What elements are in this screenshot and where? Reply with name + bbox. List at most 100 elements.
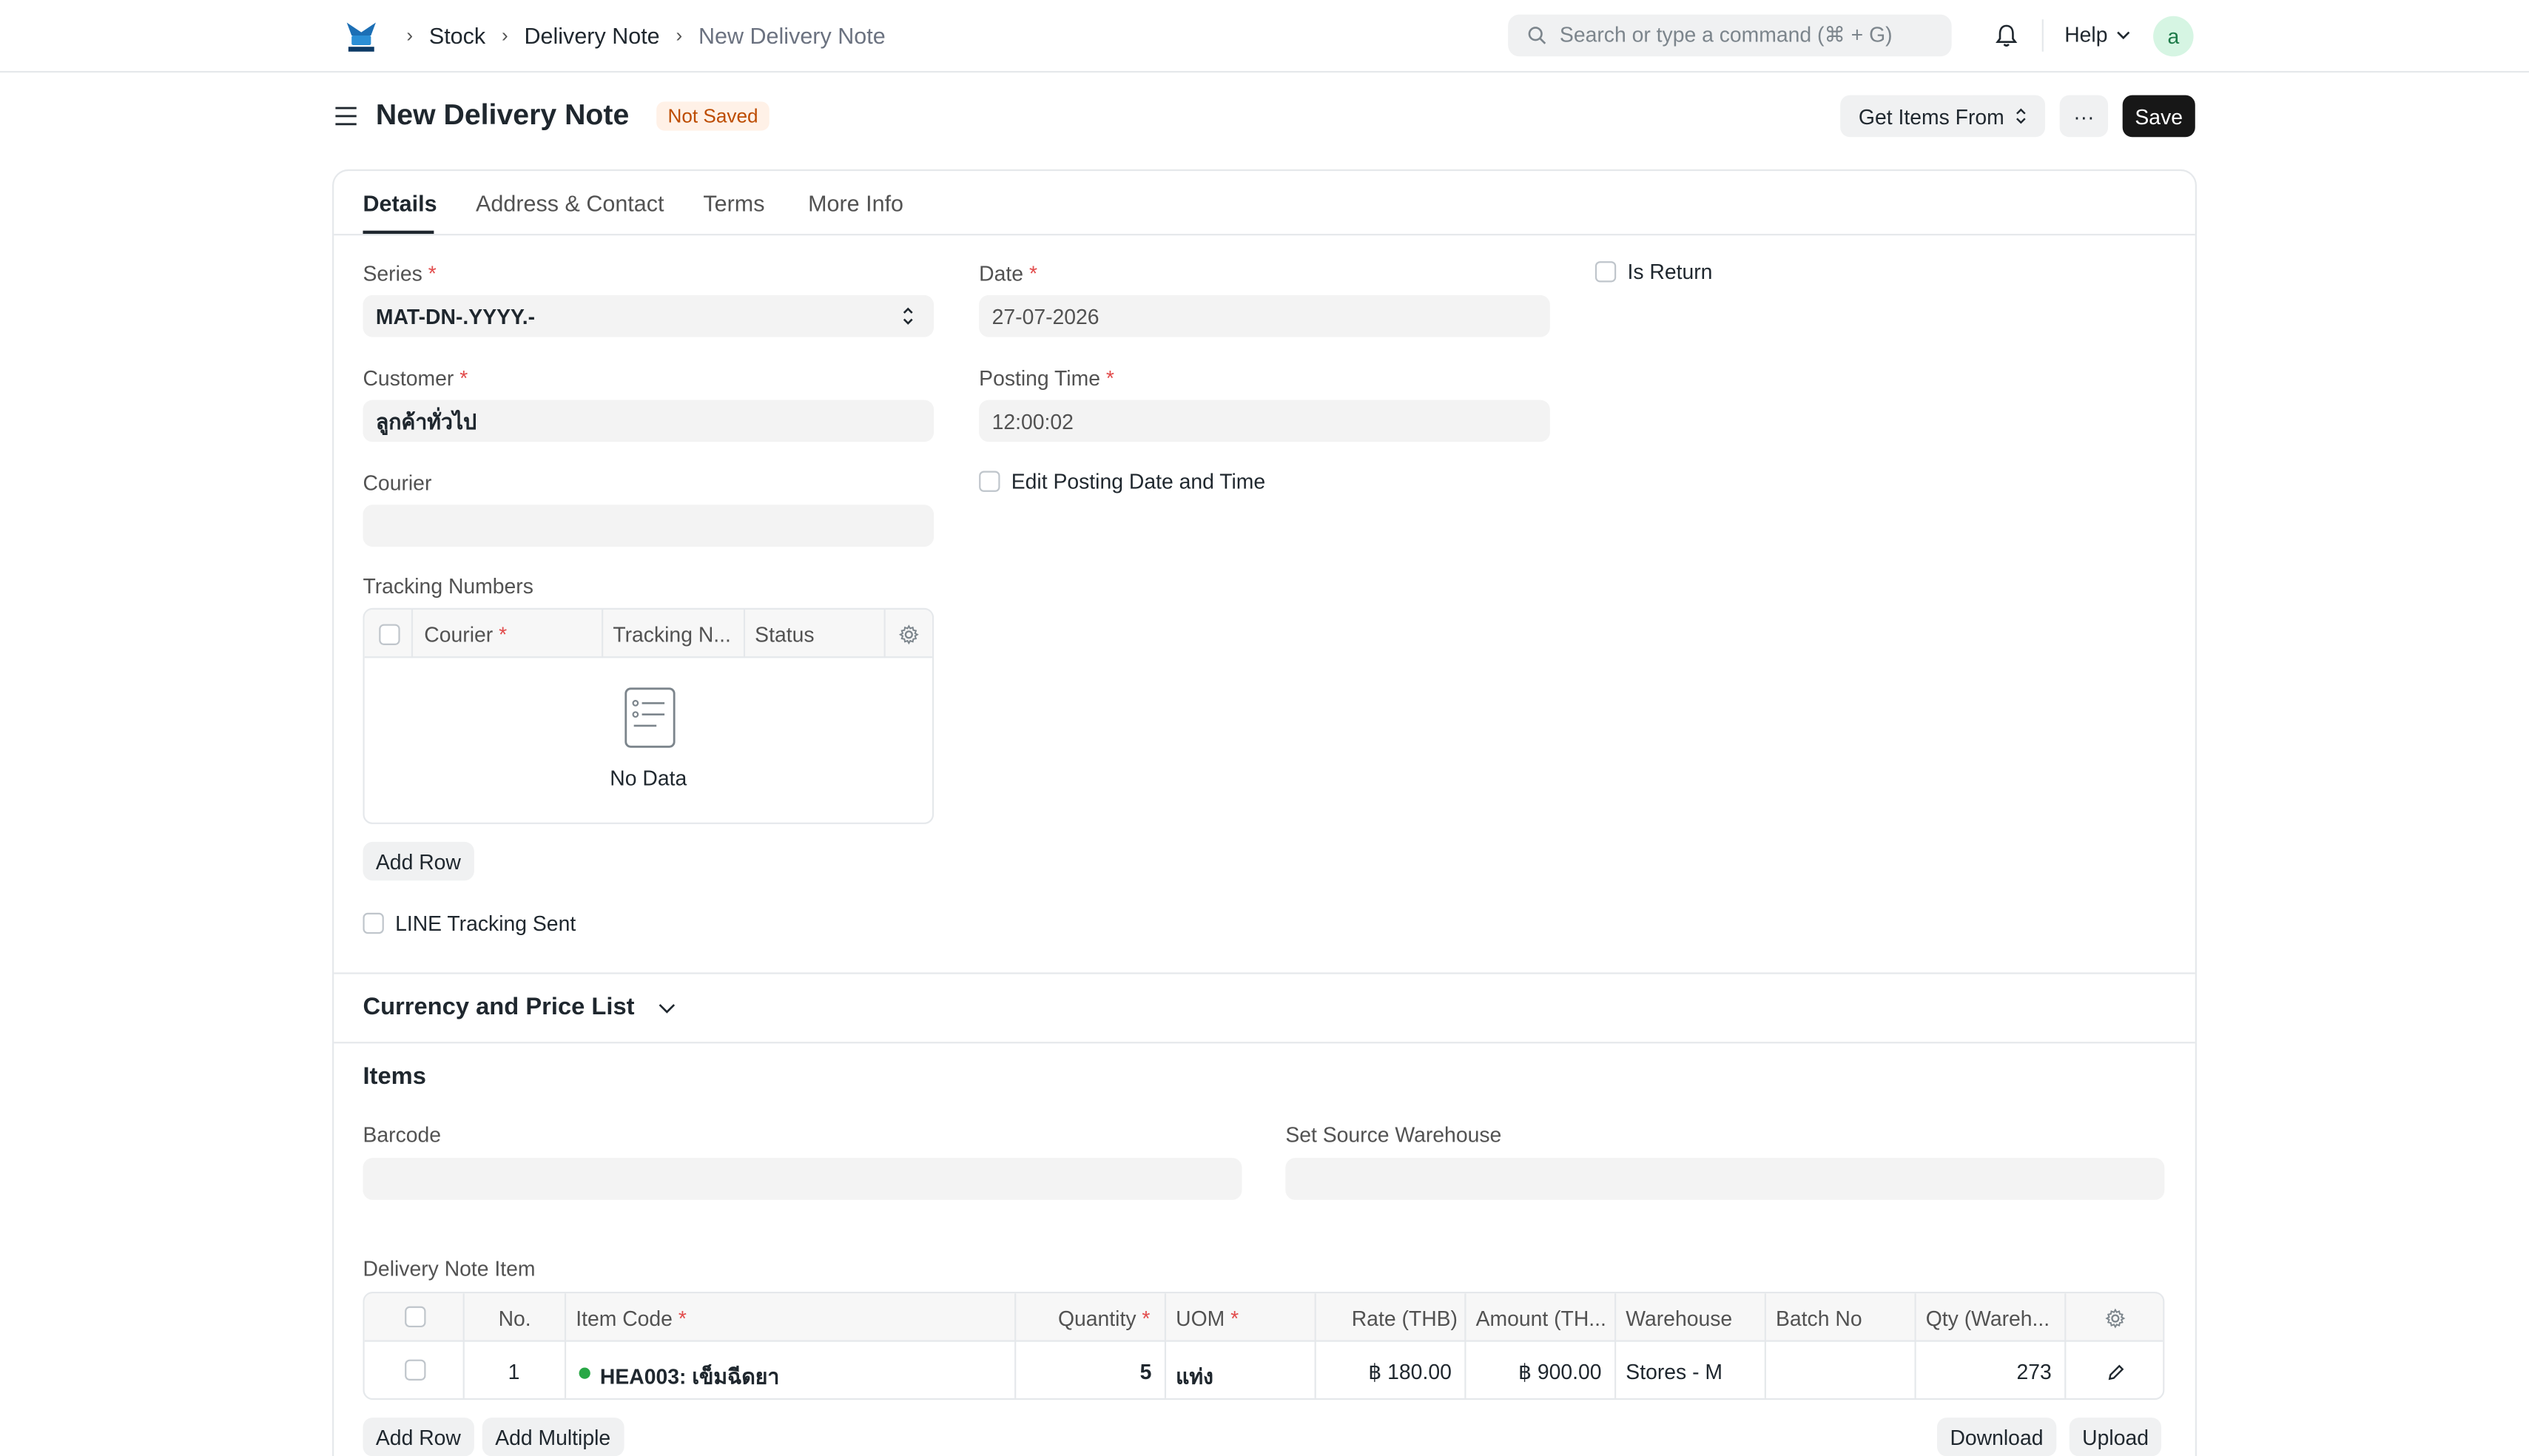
gear-icon[interactable] bbox=[2105, 1308, 2126, 1329]
items-table: No. Item Code * Quantity * UOM * Rate (T… bbox=[363, 1292, 2165, 1401]
items-add-row-button[interactable]: Add Row bbox=[363, 1418, 474, 1456]
notification-bell-icon[interactable] bbox=[1993, 23, 2019, 49]
row-quantity[interactable]: 5 bbox=[1016, 1360, 1152, 1384]
search-placeholder: Search or type a command (⌘ + G) bbox=[1559, 22, 1893, 47]
series-value: MAT-DN-.YYYY.- bbox=[375, 303, 536, 328]
row-item-code[interactable]: HEA003: เข็มฉีดยา bbox=[600, 1360, 779, 1394]
tab-bar: Details Address & Contact Terms More Inf… bbox=[334, 171, 2195, 236]
search-icon bbox=[1528, 27, 1546, 44]
source-warehouse-label: Set Source Warehouse bbox=[1285, 1122, 1502, 1147]
chevron-right-icon: › bbox=[501, 24, 508, 47]
help-dropdown[interactable]: Help bbox=[2064, 23, 2130, 47]
row-qty-warehouse: 273 bbox=[2016, 1359, 2052, 1384]
items-section-title: Items bbox=[363, 1062, 426, 1091]
col-quantity: Quantity * bbox=[1057, 1306, 1151, 1331]
currency-section-toggle[interactable]: Currency and Price List bbox=[363, 994, 675, 1021]
chevron-down-icon bbox=[658, 1004, 675, 1014]
barcode-label: Barcode bbox=[363, 1122, 442, 1147]
col-rate: Rate (THB) bbox=[1351, 1306, 1458, 1331]
date-label: Date * bbox=[979, 261, 1037, 286]
courier-field[interactable] bbox=[363, 505, 935, 547]
page-title: New Delivery Note bbox=[375, 98, 630, 131]
customer-label: Customer * bbox=[363, 365, 468, 391]
upload-button[interactable]: Upload bbox=[2069, 1418, 2162, 1456]
more-actions-button[interactable]: ··· bbox=[2059, 95, 2109, 138]
barcode-field[interactable] bbox=[363, 1158, 1242, 1200]
edit-posting-checkbox[interactable] bbox=[979, 471, 1000, 492]
col-status: Status bbox=[755, 622, 815, 647]
help-label: Help bbox=[2064, 22, 2108, 47]
series-select[interactable]: MAT-DN-.YYYY.- bbox=[363, 294, 935, 337]
table-header: No. Item Code * Quantity * UOM * Rate (T… bbox=[364, 1293, 2163, 1398]
download-button[interactable]: Download bbox=[1937, 1418, 2056, 1456]
col-no: No. bbox=[498, 1306, 531, 1331]
section-divider bbox=[334, 1042, 2195, 1044]
sort-updown-icon bbox=[2016, 108, 2025, 124]
tracking-numbers-table: Courier * Tracking N... Status No Data bbox=[363, 607, 935, 824]
ellipsis-icon: ··· bbox=[2073, 104, 2095, 129]
add-multiple-button[interactable]: Add Multiple bbox=[482, 1418, 624, 1456]
col-amount: Amount (TH... bbox=[1475, 1306, 1606, 1331]
tab-more-info[interactable]: More Info bbox=[808, 190, 903, 216]
posting-time-field[interactable]: 12:00:02 bbox=[979, 400, 1550, 442]
avatar[interactable]: a bbox=[2153, 16, 2194, 57]
tracking-numbers-label: Tracking Numbers bbox=[363, 574, 533, 599]
line-tracking-label: LINE Tracking Sent bbox=[395, 911, 576, 936]
status-badge: Not Saved bbox=[656, 101, 770, 131]
tab-address-contact[interactable]: Address & Contact bbox=[476, 190, 664, 216]
navbar: › Stock › Delivery Note › New Delivery N… bbox=[0, 0, 2529, 73]
app-logo-icon[interactable] bbox=[342, 16, 380, 55]
row-amount: ฿ 900.00 bbox=[1518, 1359, 1602, 1384]
row-rate[interactable]: ฿ 180.00 bbox=[1316, 1360, 1452, 1386]
col-qty-warehouse: Qty (Wareh... bbox=[1925, 1306, 2050, 1331]
items-table-label: Delivery Note Item bbox=[363, 1256, 536, 1281]
is-return-checkbox[interactable] bbox=[1594, 261, 1617, 283]
col-item-code: Item Code * bbox=[576, 1306, 687, 1331]
sidebar-toggle-icon[interactable] bbox=[334, 104, 358, 129]
courier-label: Courier bbox=[363, 471, 432, 496]
row-uom[interactable]: แท่ง bbox=[1176, 1360, 1213, 1394]
breadcrumb-current: New Delivery Note bbox=[698, 22, 886, 49]
save-button[interactable]: Save bbox=[2122, 95, 2195, 138]
gear-icon[interactable] bbox=[898, 624, 919, 645]
row-no: 1 bbox=[508, 1359, 520, 1384]
tab-terms[interactable]: Terms bbox=[703, 190, 764, 216]
get-items-label: Get Items From bbox=[1858, 104, 2004, 129]
breadcrumb-stock[interactable]: Stock bbox=[429, 23, 485, 49]
series-label: Series * bbox=[363, 261, 437, 286]
navbar-divider bbox=[2041, 19, 2044, 52]
row-warehouse[interactable]: Stores - M bbox=[1626, 1360, 1723, 1384]
chevron-right-icon: › bbox=[406, 24, 414, 47]
source-warehouse-field[interactable] bbox=[1285, 1158, 2165, 1200]
breadcrumb-delivery-note[interactable]: Delivery Note bbox=[524, 23, 659, 49]
chevron-right-icon: › bbox=[676, 24, 683, 47]
table-row[interactable]: 1 HEA003: เข็มฉีดยา 5 แท่ง ฿ 180.00 ฿ 90… bbox=[365, 1344, 2163, 1398]
table-header: Courier * Tracking N... Status bbox=[364, 609, 932, 658]
select-arrows-icon bbox=[903, 307, 913, 325]
customer-field[interactable]: ลูกค้าทั่วไป bbox=[363, 400, 935, 442]
edit-posting-label: Edit Posting Date and Time bbox=[1011, 469, 1266, 494]
col-warehouse: Warehouse bbox=[1626, 1306, 1733, 1331]
section-divider bbox=[334, 972, 2195, 974]
select-all-checkbox[interactable] bbox=[405, 1306, 426, 1328]
tracking-add-row-button[interactable]: Add Row bbox=[363, 841, 474, 881]
status-dot bbox=[579, 1367, 590, 1379]
search-input[interactable]: Search or type a command (⌘ + G) bbox=[1508, 14, 1952, 57]
breadcrumb: › Stock › Delivery Note › New Delivery N… bbox=[406, 23, 885, 49]
col-tracking-number: Tracking N... bbox=[613, 622, 731, 647]
no-data-text: No Data bbox=[610, 766, 687, 791]
active-tab-indicator bbox=[363, 230, 434, 235]
col-batch-no: Batch No bbox=[1776, 1306, 1862, 1331]
line-tracking-checkbox[interactable] bbox=[363, 912, 384, 934]
col-courier: Courier * bbox=[424, 622, 508, 647]
row-checkbox[interactable] bbox=[405, 1359, 426, 1381]
get-items-from-button[interactable]: Get Items From bbox=[1840, 95, 2046, 138]
chevron-down-icon bbox=[2116, 30, 2129, 38]
select-all-checkbox[interactable] bbox=[379, 624, 400, 645]
date-field[interactable]: 27-07-2026 bbox=[979, 294, 1550, 337]
is-return-label: Is Return bbox=[1627, 259, 1713, 284]
form-card: Details Address & Contact Terms More Inf… bbox=[332, 169, 2197, 1456]
edit-pencil-icon[interactable] bbox=[2107, 1363, 2126, 1382]
empty-list-icon bbox=[624, 687, 676, 748]
tab-details[interactable]: Details bbox=[363, 190, 437, 216]
